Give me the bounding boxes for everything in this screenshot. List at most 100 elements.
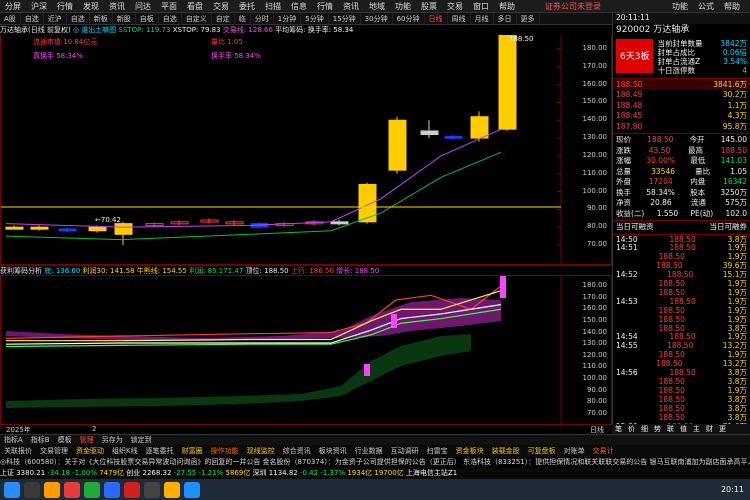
menu-item-12[interactable]: 行情 [312, 0, 338, 13]
menu-item-14[interactable]: 地域 [364, 0, 390, 13]
tab-10[interactable]: 临 [235, 12, 251, 25]
main-kline-chart[interactable]: 流通市值 10.84亿元 真换手 58.34% 量比 1.05 换手率 58.3… [0, 32, 612, 265]
menu-item-16[interactable]: 股票 [416, 0, 442, 13]
func-tab-0[interactable]: 关联报价 [0, 445, 36, 457]
server-status[interactable]: 上海电信主站Z1 [406, 469, 457, 477]
menu-right-1[interactable]: 公式 [693, 0, 719, 13]
menu-item-3[interactable]: 发现 [78, 0, 104, 13]
tab-15[interactable]: 30分钟 [361, 12, 393, 25]
sh-index[interactable]: 上证 3380.21 [0, 469, 45, 477]
func-tab-6[interactable]: 操作功能 [207, 445, 243, 457]
tab-7[interactable]: 自选 [159, 12, 182, 25]
tab-6[interactable]: 自板 [136, 12, 159, 25]
folder-icon[interactable] [44, 481, 60, 498]
tab-1[interactable]: 自选 [21, 12, 44, 25]
func-tab-5[interactable]: 财富圈 [178, 445, 207, 457]
menu-right-2[interactable]: 帮助 [719, 0, 745, 13]
app-gray-icon[interactable] [144, 481, 160, 498]
func-tab-17[interactable]: 交易计 [589, 445, 618, 457]
tab-13[interactable]: 5分钟 [301, 12, 329, 25]
bottom-tab-4[interactable]: 另存为 [98, 435, 127, 446]
tab-17[interactable]: 日线 [425, 12, 448, 25]
tab-20[interactable]: 多日 [494, 12, 517, 25]
right-bottom-tab-0[interactable]: 笔 [612, 424, 625, 434]
app-blue-icon[interactable] [184, 481, 200, 498]
tab-14[interactable]: 15分钟 [329, 12, 361, 25]
menu-item-2[interactable]: 行情 [52, 0, 78, 13]
func-tab-4[interactable]: 逐笔委托 [142, 445, 178, 457]
right-bottom-tab-5[interactable]: 值 [677, 424, 690, 434]
func-tab-13[interactable]: 资金板块 [452, 445, 488, 457]
menu-item-9[interactable]: 委托 [234, 0, 260, 13]
search-icon[interactable] [24, 481, 40, 498]
right-bottom-tab-4[interactable]: 联 [664, 424, 677, 434]
func-tab-9[interactable]: 板块资讯 [315, 445, 351, 457]
quote-level-row[interactable]: 187.80 95.8万 [613, 122, 750, 133]
menu-item-0[interactable]: 分屏 [0, 0, 26, 13]
browser-icon[interactable] [104, 481, 120, 498]
trading-app-icon[interactable] [124, 481, 140, 498]
bottom-tab-5[interactable]: 锁定到 [127, 435, 156, 446]
func-tab-15[interactable]: 可复盘板 [524, 445, 560, 457]
tab-0[interactable]: A股 [0, 12, 21, 25]
tab-19[interactable]: 月线 [471, 12, 494, 25]
tab-21[interactable]: 更多 [517, 12, 540, 25]
func-tab-8[interactable]: 综合资讯 [279, 445, 315, 457]
app-red-icon[interactable] [64, 481, 80, 498]
right-bottom-tab-8[interactable]: 更 [716, 424, 729, 434]
tab-8[interactable]: 自定义 [182, 12, 212, 25]
chip-profit-chart[interactable]: 180.00 170.00 160.00 150.00 140.00 130.00 120.… [0, 274, 612, 426]
func-tab-14[interactable]: 装载金股 [488, 445, 524, 457]
func-tab-12[interactable]: 扫雷宝 [423, 445, 452, 457]
ask-row-highlight[interactable]: 188.50 3841.6万 [613, 79, 750, 90]
wechat-icon[interactable] [84, 481, 100, 498]
menu-right-0[interactable]: 功能 [667, 0, 693, 13]
quote-level-row[interactable]: 188.48 1.1万 [613, 101, 750, 112]
menu-item-18[interactable]: 窗口 [468, 0, 494, 13]
func-tab-16[interactable]: 对账单 [560, 445, 589, 457]
func-tab-2[interactable]: 资金驱动 [72, 445, 108, 457]
menu-item-6[interactable]: 平面 [156, 0, 182, 13]
indicator-name[interactable]: ◎ 谁出土嘛图 [73, 26, 116, 34]
menu-item-15[interactable]: 功能 [390, 0, 416, 13]
menu-item-1[interactable]: 沪深 [26, 0, 52, 13]
right-bottom-tab-1[interactable]: 价 [625, 424, 638, 434]
quote-level-row[interactable]: 188.45 4.3万 [613, 111, 750, 122]
menu-item-19[interactable]: 帮助 [494, 0, 520, 13]
func-tab-10[interactable]: 行业数据 [351, 445, 387, 457]
notes-icon[interactable] [164, 481, 180, 498]
tab-3[interactable]: 自选 [67, 12, 90, 25]
taskbar-clock[interactable]: 20:11 [721, 485, 744, 494]
tab-12[interactable]: 1分钟 [274, 12, 302, 25]
menu-item-17[interactable]: 交易 [442, 0, 468, 13]
func-tab-11[interactable]: 互动调研 [387, 445, 423, 457]
menu-item-4[interactable]: 资讯 [104, 0, 130, 13]
menu-item-5[interactable]: 问达 [130, 0, 156, 13]
menu-item-8[interactable]: 交易 [208, 0, 234, 13]
windows-start-icon[interactable] [4, 481, 20, 498]
tab-9[interactable]: 自定 [212, 12, 235, 25]
right-bottom-tab-3[interactable]: 势 [651, 424, 664, 434]
tab-5[interactable]: 新股 [113, 12, 136, 25]
sub-indicator-name[interactable]: 获利筹码分析 [0, 267, 42, 275]
tab-11[interactable]: 分时 [251, 12, 274, 25]
bottom-tab-3[interactable]: 管理 [76, 435, 98, 446]
right-bottom-tab-2[interactable]: 细 [638, 424, 651, 434]
right-bottom-tab-6[interactable]: 主 [690, 424, 703, 434]
cy-index[interactable]: 创业 2268.32 [126, 469, 171, 477]
tab-2[interactable]: 近沪 [44, 12, 67, 25]
bottom-tab-0[interactable]: 指标A [0, 435, 27, 446]
tab-18[interactable]: 周线 [448, 12, 471, 25]
tab-16[interactable]: 60分钟 [393, 12, 425, 25]
news-ticker[interactable]: ◎科技（600580）：关于对《大位科技股票交易异常波动问询函》的回复的一并公告… [0, 457, 750, 468]
menu-item-11[interactable]: 信息 [286, 0, 312, 13]
menu-item-7[interactable]: 看盘 [182, 0, 208, 13]
margin-row[interactable]: 当日可融资 当日可融券 [613, 222, 750, 233]
func-tab-7[interactable]: 现线监控 [243, 445, 279, 457]
quote-level-row[interactable]: 188.49 30.2万 [613, 90, 750, 101]
bottom-tab-2[interactable]: 模板 [54, 435, 76, 446]
stock-code-row[interactable]: 920002 万达轴承 [613, 24, 750, 37]
menu-item-13[interactable]: 资讯 [338, 0, 364, 13]
bottom-tab-1[interactable]: 指标B [27, 435, 54, 446]
func-tab-1[interactable]: 交易管理 [36, 445, 72, 457]
